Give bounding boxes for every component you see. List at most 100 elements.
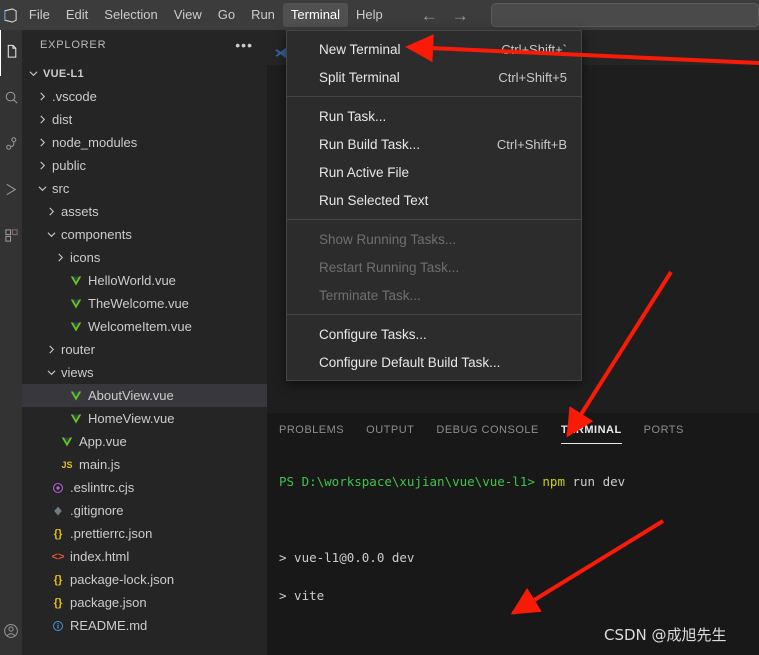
terminal-prompt-line: PS D:\workspace\xujian\vue\vue-l1> npm r… <box>279 472 759 491</box>
activity-item-accounts[interactable] <box>0 609 22 655</box>
menu-separator <box>287 96 581 97</box>
tree-item-package-lock-json[interactable]: {} package-lock.json <box>22 568 267 591</box>
tree-item-icons[interactable]: icons <box>22 246 267 269</box>
bottom-panel: PROBLEMS OUTPUT DEBUG CONSOLE TERMINAL P… <box>267 413 759 655</box>
activity-item-search[interactable] <box>0 76 22 122</box>
tree-item-label: AboutView.vue <box>88 388 174 403</box>
tree-item-gitignore[interactable]: .gitignore <box>22 499 267 522</box>
tree-item-welcomeitem-vue[interactable]: WelcomeItem.vue <box>22 315 267 338</box>
menu-run[interactable]: Run <box>243 3 283 27</box>
chevron-right-icon <box>35 92 49 101</box>
tree-item-views[interactable]: views <box>22 361 267 384</box>
vue-file-icon <box>67 390 85 402</box>
menu-bar[interactable]: File Edit Selection View Go Run Terminal… <box>21 0 391 30</box>
file-tree[interactable]: VUE-L1 .vscode dist node_modulespublic src as… <box>22 60 267 637</box>
menu-separator <box>287 314 581 315</box>
tree-item-label: WelcomeItem.vue <box>88 319 192 334</box>
activity-item-source-control[interactable] <box>0 122 22 168</box>
menu-edit[interactable]: Edit <box>58 3 96 27</box>
tree-item-eslintrc-cjs[interactable]: .eslintrc.cjs <box>22 476 267 499</box>
menu-item-configure-tasks[interactable]: Configure Tasks... <box>287 320 581 348</box>
tab-debug-console[interactable]: DEBUG CONSOLE <box>436 413 538 447</box>
chevron-right-icon <box>44 345 58 354</box>
extensions-icon <box>4 228 19 246</box>
tree-item-router[interactable]: router <box>22 338 267 361</box>
menu-item-label: Terminate Task... <box>319 287 421 303</box>
terminal-menu-dropdown[interactable]: New Terminal Ctrl+Shift+` Split Terminal Ct… <box>286 30 582 381</box>
tree-item-label: index.html <box>70 549 130 564</box>
vue-file-icon <box>67 413 85 425</box>
activity-item-run-and-debug[interactable] <box>0 168 22 214</box>
vue-file-icon <box>67 321 85 333</box>
menu-item-split-terminal[interactable]: Split Terminal Ctrl+Shift+5 <box>287 63 581 91</box>
tree-item-helloworld-vue[interactable]: HelloWorld.vue <box>22 269 267 292</box>
menu-terminal[interactable]: Terminal <box>282 3 349 27</box>
tree-item-assets[interactable]: assets <box>22 200 267 223</box>
csdn-watermark: CSDN @成旭先生 <box>604 626 727 644</box>
tree-item-label: VUE-L1 <box>43 67 84 80</box>
menu-go[interactable]: Go <box>210 3 243 27</box>
menu-item-show-running-tasks: Show Running Tasks... <box>287 225 581 253</box>
tree-item-label: .gitignore <box>70 503 124 518</box>
tab-ports[interactable]: PORTS <box>644 413 684 447</box>
tree-item-label: main.js <box>79 457 121 472</box>
menu-view[interactable]: View <box>166 3 210 27</box>
tree-item-node-modules[interactable]: node_modules <box>22 131 267 154</box>
tree-item-homeview-vue[interactable]: HomeView.vue <box>22 407 267 430</box>
tree-item-components[interactable]: components <box>22 223 267 246</box>
chevron-right-icon <box>44 207 58 216</box>
menu-item-run-build-task[interactable]: Run Build Task... Ctrl+Shift+B <box>287 130 581 158</box>
account-icon <box>3 623 19 642</box>
run-debug-icon <box>4 182 19 200</box>
menu-item-label: Run Build Task... <box>319 136 421 152</box>
terminal-prompt: PS D:\workspace\xujian\vue\vue-l1> <box>279 474 535 489</box>
explorer-title: EXPLORER <box>40 39 107 51</box>
more-actions-icon[interactable]: ••• <box>235 38 253 52</box>
menu-item-new-terminal[interactable]: New Terminal Ctrl+Shift+` <box>287 35 581 63</box>
tree-item-label: views <box>61 365 94 380</box>
explorer-header: EXPLORER ••• <box>22 30 267 60</box>
command-center-input[interactable] <box>490 3 759 27</box>
tree-item-aboutview-vue[interactable]: AboutView.vue <box>22 384 267 407</box>
activity-bar <box>0 30 22 655</box>
menu-item-run-task[interactable]: Run Task... <box>287 102 581 130</box>
json-file-icon: {} <box>53 596 63 609</box>
tree-item-public[interactable]: public <box>22 154 267 177</box>
tree-item-vscode[interactable]: .vscode <box>22 85 267 108</box>
arrow-right-icon[interactable]: → <box>452 7 469 24</box>
tree-item-app-vue[interactable]: App.vue <box>22 430 267 453</box>
js-file-icon: JS <box>61 459 73 470</box>
menu-item-run-active-file[interactable]: Run Active File <box>287 158 581 186</box>
tree-item-label: .prettierrc.json <box>70 526 153 541</box>
chevron-right-icon <box>53 253 67 262</box>
menu-help[interactable]: Help <box>348 3 391 27</box>
menu-selection[interactable]: Selection <box>96 3 165 27</box>
menu-item-run-selected-text[interactable]: Run Selected Text <box>287 186 581 214</box>
tree-item-main-js[interactable]: JS main.js <box>22 453 267 476</box>
chevron-down-icon <box>44 368 58 377</box>
menu-item-configure-default-build-task[interactable]: Configure Default Build Task... <box>287 348 581 376</box>
tab-problems[interactable]: PROBLEMS <box>279 413 344 447</box>
terminal-command-rest: run dev <box>564 474 626 489</box>
tree-item-index-html[interactable]: <> index.html <box>22 545 267 568</box>
tree-item-dist[interactable]: dist <box>22 108 267 131</box>
activity-item-extensions[interactable] <box>0 214 22 260</box>
tree-item-label: node_modules <box>52 135 138 150</box>
menu-item-label: Restart Running Task... <box>319 259 460 275</box>
tree-root-vue-l1[interactable]: VUE-L1 <box>22 62 267 85</box>
arrow-left-icon[interactable]: ← <box>421 7 438 24</box>
tree-item-readme-md[interactable]: README.md <box>22 614 267 637</box>
tree-item-package-json[interactable]: {} package.json <box>22 591 267 614</box>
chevron-right-icon <box>35 161 49 170</box>
panel-tabs[interactable]: PROBLEMS OUTPUT DEBUG CONSOLE TERMINAL P… <box>267 413 759 447</box>
tree-item-src[interactable]: src <box>22 177 267 200</box>
tree-item-prettierrc-json[interactable]: {} .prettierrc.json <box>22 522 267 545</box>
tab-output[interactable]: OUTPUT <box>366 413 414 447</box>
tree-item-thewelcome-vue[interactable]: TheWelcome.vue <box>22 292 267 315</box>
activity-item-explorer[interactable] <box>0 30 23 76</box>
menu-item-label: Run Selected Text <box>319 192 429 208</box>
eslint-file-icon <box>49 482 67 494</box>
menu-file[interactable]: File <box>21 3 58 27</box>
tab-terminal[interactable]: TERMINAL <box>560 413 622 447</box>
menu-separator <box>287 219 581 220</box>
